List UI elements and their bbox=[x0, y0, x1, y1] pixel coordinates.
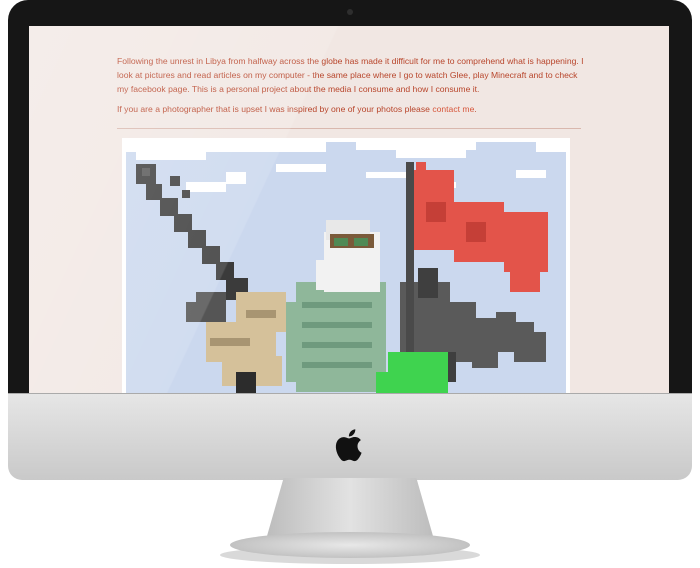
photographer-note-end: . bbox=[474, 104, 477, 114]
intro-text: Following the unrest in Libya from halfw… bbox=[117, 54, 587, 122]
pixel-art-image bbox=[126, 142, 566, 394]
apple-logo-icon bbox=[335, 429, 362, 462]
pixel-art-svg bbox=[126, 142, 566, 394]
monitor-screen: Following the unrest in Libya from halfw… bbox=[29, 26, 669, 394]
content-divider bbox=[117, 128, 581, 129]
intro-paragraph: Following the unrest in Libya from halfw… bbox=[117, 56, 584, 94]
monitor-base bbox=[230, 532, 470, 558]
photographer-note: If you are a photographer that is upset … bbox=[117, 102, 587, 116]
photographer-note-text: If you are a photographer that is upset … bbox=[117, 104, 433, 114]
monitor-stand bbox=[267, 478, 433, 536]
camera-icon bbox=[347, 9, 353, 15]
photo-frame bbox=[122, 138, 570, 394]
contact-me-link[interactable]: contact me bbox=[432, 104, 474, 114]
